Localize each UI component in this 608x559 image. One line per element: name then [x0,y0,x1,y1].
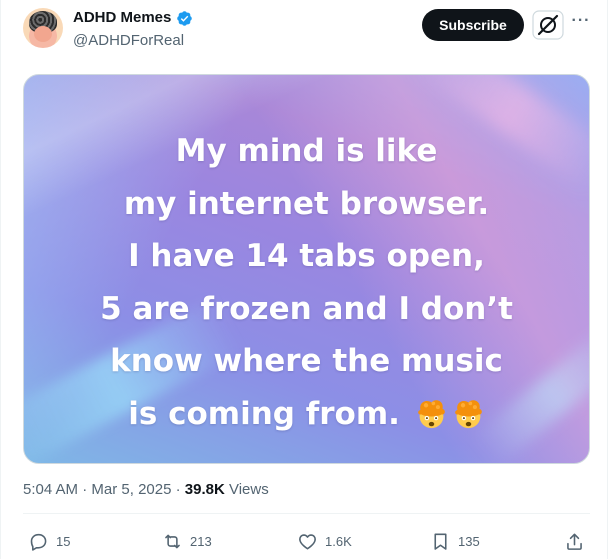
post-image[interactable]: My mind is like my internet browser. I h… [23,74,590,464]
meta-separator: · [171,481,185,498]
post-meta: 5:04 AM · Mar 5, 2025 · 39.8K Views [23,481,269,498]
grok-slash-icon[interactable] [532,10,564,40]
action-bar: 15 213 1.6K 135 [1,527,608,555]
post-header: ADHD Memes @ADHDForReal Subscribe ··· [1,0,608,60]
image-text-line: My mind is like [175,133,438,169]
image-text-line: is coming from. [128,395,400,432]
reply-count: 15 [56,533,71,549]
heart-icon [299,533,316,549]
exploding-head-emoji [417,399,445,428]
verified-badge-icon [177,11,192,26]
author-handle[interactable]: @ADHDForReal [73,32,184,49]
speech-bubble-icon [30,533,47,551]
more-options-icon[interactable]: ··· [570,13,592,36]
image-text-line: know where the music [110,343,503,379]
bookmark-icon [434,533,447,550]
image-caption-text: My mind is like my internet browser. I h… [24,125,589,440]
post-time[interactable]: 5:04 AM [23,481,78,498]
repost-button[interactable]: 213 [162,527,212,555]
avatar-face [34,26,52,42]
post-card: ADHD Memes @ADHDForReal Subscribe ··· My… [0,0,608,559]
share-button[interactable] [564,527,592,555]
image-text-line: I have 14 tabs open, [128,238,485,274]
repost-arrows-icon [165,534,180,548]
reply-button[interactable]: 15 [28,527,70,555]
image-text-line-last: is coming from. [24,388,589,441]
post-date[interactable]: Mar 5, 2025 [91,481,171,498]
subscribe-button[interactable]: Subscribe [422,9,524,41]
avatar[interactable] [23,8,63,48]
views-label: Views [224,481,269,498]
bookmark-button[interactable]: 135 [430,527,480,555]
image-text-line: 5 are frozen and I don’t [100,290,513,327]
bookmark-count: 135 [458,533,480,549]
like-button[interactable]: 1.6K [297,527,352,555]
like-count: 1.6K [325,533,352,549]
views-count: 39.8K [184,481,225,498]
image-text-line: my internet browser. [123,185,490,222]
exploding-head-emoji [454,399,482,428]
divider [23,513,590,514]
author-name[interactable]: ADHD Memes [73,9,171,26]
meta-separator: · [78,481,92,498]
repost-count: 213 [190,533,212,549]
share-upload-icon [567,533,582,550]
